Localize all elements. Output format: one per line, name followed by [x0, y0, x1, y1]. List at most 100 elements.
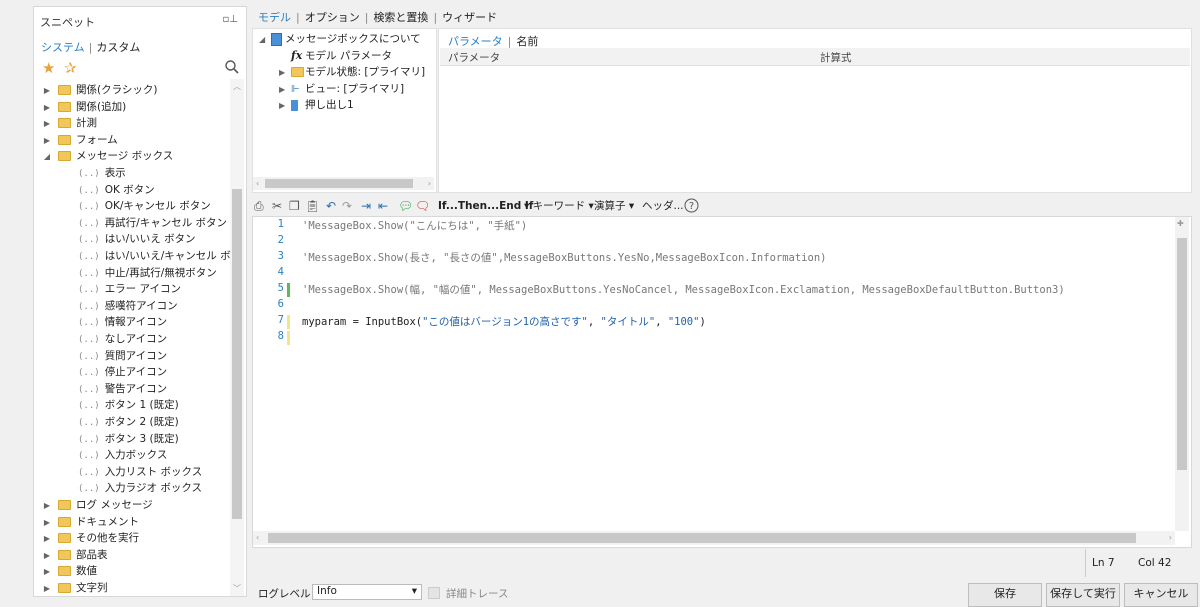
snippet-folder[interactable]: ▶ 計測	[42, 115, 97, 131]
snippet-item[interactable]: (..) OK ボタン	[78, 182, 155, 198]
snippet-item[interactable]: (..) 警告アイコン	[78, 381, 167, 397]
snippet-icon: (..)	[78, 451, 100, 462]
redo-icon[interactable]: ↷	[342, 198, 352, 214]
snippet-folder[interactable]: ▶ 数値	[42, 563, 97, 579]
search-icon[interactable]	[224, 59, 240, 78]
copy-icon[interactable]: ❐	[289, 198, 300, 214]
snippet-item[interactable]: (..) 中止/再試行/無視ボタン	[78, 265, 217, 281]
code-line[interactable]: 'MessageBox.Show(幅, "幅の値", MessageBoxBut…	[302, 282, 1065, 297]
expand-icon[interactable]: ▶	[42, 133, 52, 149]
snippet-folder[interactable]: ▶ 文字列	[42, 580, 108, 596]
column-parameter[interactable]: パラメータ	[448, 50, 500, 65]
code-line[interactable]: myparam = InputBox("この値はバージョン1の高さです", "タ…	[302, 314, 706, 329]
tab-names[interactable]: 名前	[516, 35, 538, 48]
header-dropdown[interactable]: ヘッダ...	[642, 199, 684, 213]
snippet-folder[interactable]: ◢ メッセージ ボックス	[42, 148, 173, 164]
expand-icon[interactable]: ▶	[42, 548, 52, 564]
keyword-dropdown[interactable]: ▾ キーワード ▾	[524, 199, 594, 213]
expand-icon[interactable]: ▶	[42, 100, 52, 116]
snippet-item[interactable]: (..) エラー アイコン	[78, 281, 181, 297]
snippet-item[interactable]: (..) 表示	[78, 165, 126, 181]
code-editor[interactable]	[252, 216, 1192, 548]
outdent-icon[interactable]: ⇤	[378, 198, 388, 214]
expand-icon[interactable]: ▶	[279, 98, 291, 114]
scroll-down-icon[interactable]: ﹀	[233, 583, 241, 594]
snippet-item[interactable]: (..) 入力リスト ボックス	[78, 464, 202, 480]
snippet-item[interactable]: (..) 情報アイコン	[78, 314, 167, 330]
model-tree-node[interactable]: fx モデル パラメータ	[279, 48, 392, 64]
expand-icon[interactable]: ▶	[42, 581, 52, 596]
undo-icon[interactable]: ↶	[326, 198, 336, 214]
snippet-folder[interactable]: ▶ 関係(追加)	[42, 99, 126, 115]
column-formula[interactable]: 計算式	[820, 50, 852, 65]
menu-wizard[interactable]: ウィザード	[442, 11, 497, 24]
tab-parameters[interactable]: パラメータ	[448, 35, 503, 48]
tab-custom[interactable]: カスタム	[96, 41, 140, 54]
detail-trace-checkbox[interactable]	[428, 587, 440, 599]
snippet-item[interactable]: (..) はい/いいえ ボタン	[78, 231, 196, 247]
save-button[interactable]: 保存	[968, 583, 1042, 607]
editor-hscroll-thumb[interactable]	[268, 533, 1136, 543]
expand-icon[interactable]: ▶	[42, 116, 52, 132]
snippet-folder[interactable]: ▶ ドキュメント	[42, 514, 139, 530]
menu-model[interactable]: モデル	[258, 11, 291, 24]
model-tree-node[interactable]: ▶ モデル状態: [プライマリ]	[279, 64, 425, 80]
add-favorite-icon[interactable]: ✰	[64, 59, 77, 77]
comment-icon[interactable]: 💬︎	[398, 198, 413, 214]
model-tree-hscroll-thumb[interactable]	[265, 179, 413, 188]
snippet-item[interactable]: (..) ボタン 2 (既定)	[78, 414, 179, 430]
snippet-item[interactable]: (..) はい/いいえ/キャンセル ボタン	[78, 248, 230, 264]
indent-icon[interactable]: ⇥	[361, 198, 371, 214]
expand-icon[interactable]: ▶	[42, 498, 52, 514]
snippet-item[interactable]: (..) OK/キャンセル ボタン	[78, 198, 211, 214]
pin-icon[interactable]: ▫⊥	[223, 14, 239, 25]
operator-dropdown[interactable]: 演算子 ▾	[594, 199, 634, 213]
collapse-icon[interactable]: ◢	[42, 149, 52, 165]
if-then-button[interactable]: If...Then...End If	[438, 199, 533, 213]
tab-system[interactable]: システム	[41, 41, 85, 54]
snippet-item[interactable]: (..) ボタン 1 (既定)	[78, 397, 179, 413]
snippet-item[interactable]: (..) 再試行/キャンセル ボタン	[78, 215, 227, 231]
snippet-folder[interactable]: ▶ 部品表	[42, 547, 108, 563]
snippet-scroll-thumb[interactable]	[232, 189, 242, 519]
expand-icon[interactable]: ▶	[279, 65, 291, 81]
snippet-item[interactable]: (..) 感嘆符アイコン	[78, 298, 178, 314]
favorites-star-icon[interactable]: ★	[42, 59, 55, 77]
snippet-item[interactable]: (..) 質問アイコン	[78, 348, 167, 364]
paste-icon[interactable]: 📋︎	[305, 198, 320, 214]
editor-vscroll-thumb[interactable]	[1177, 238, 1187, 470]
split-icon[interactable]: ✚	[1177, 219, 1184, 228]
model-tree-node[interactable]: ◢ メッセージボックスについて	[259, 31, 421, 47]
cut-icon[interactable]: ✂	[272, 198, 282, 214]
code-line[interactable]: 'MessageBox.Show("こんにちは", "手紙")	[302, 218, 527, 233]
snippet-folder[interactable]: ▶ 関係(クラシック)	[42, 82, 158, 99]
snippet-folder[interactable]: ▶ フォーム	[42, 132, 118, 148]
snippet-item[interactable]: (..) なしアイコン	[78, 331, 167, 347]
snippet-icon: (..)	[78, 484, 100, 495]
code-line[interactable]: 'MessageBox.Show(長さ, "長さの値",MessageBoxBu…	[302, 250, 826, 265]
model-tree-node[interactable]: ▶ ⊩ ビュー: [プライマリ]	[279, 81, 404, 97]
expand-icon[interactable]: ▶	[279, 82, 291, 98]
menu-options[interactable]: オプション	[305, 11, 360, 24]
expand-icon[interactable]: ▶	[42, 515, 52, 531]
snippet-folder[interactable]: ▶ その他を実行	[42, 530, 139, 546]
uncomment-icon[interactable]: 🗨︎	[415, 198, 430, 214]
snippet-folder[interactable]: ▶ ログ メッセージ	[42, 497, 153, 513]
log-level-select[interactable]: Info ▾	[312, 584, 422, 600]
snippet-label: 警告アイコン	[104, 382, 168, 395]
collapse-icon[interactable]: ◢	[259, 32, 271, 48]
expand-icon[interactable]: ▶	[42, 83, 52, 99]
snippet-item[interactable]: (..) 入力ボックス	[78, 447, 167, 463]
snippet-item[interactable]: (..) ボタン 3 (既定)	[78, 431, 179, 447]
help-icon[interactable]: ?	[684, 198, 699, 217]
cancel-button[interactable]: キャンセル	[1124, 583, 1198, 607]
expand-icon[interactable]: ▶	[42, 531, 52, 547]
menu-find-replace[interactable]: 検索と置換	[373, 11, 428, 24]
snippet-item[interactable]: (..) 入力ラジオ ボックス	[78, 480, 202, 496]
model-tree-node[interactable]: ▶ 押し出し1	[279, 97, 354, 113]
expand-icon[interactable]: ▶	[42, 564, 52, 580]
print-icon[interactable]: ⎙	[254, 198, 264, 214]
save-and-run-button[interactable]: 保存して実行	[1046, 583, 1120, 607]
scroll-up-icon[interactable]: ︿	[233, 81, 241, 92]
snippet-item[interactable]: (..) 停止アイコン	[78, 364, 167, 380]
